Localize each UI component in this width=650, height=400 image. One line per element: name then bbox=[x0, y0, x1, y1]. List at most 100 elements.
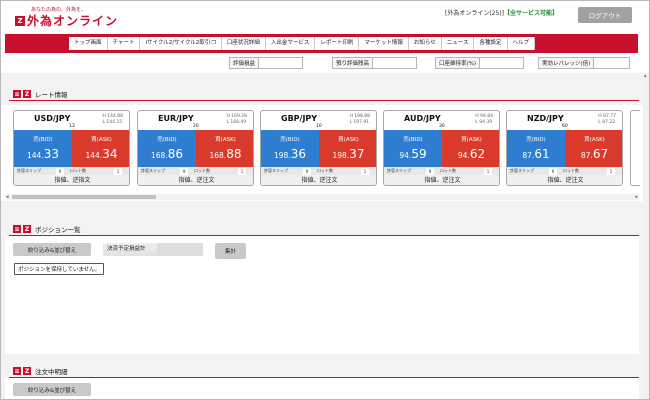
ask-label: 買(ASK) bbox=[338, 137, 359, 143]
high-low: H 169.28 L 168.49 bbox=[226, 114, 247, 126]
ask-button[interactable]: 買(ASK) 198.37 bbox=[319, 130, 376, 167]
nav-item-settings[interactable]: 各種設定 bbox=[474, 37, 508, 50]
bid-button[interactable]: 売(BID) 87.61 bbox=[507, 130, 565, 167]
nav-item-top[interactable]: トップ画面 bbox=[69, 37, 108, 50]
scroll-up-icon[interactable]: ▴ bbox=[644, 73, 647, 79]
ask-button[interactable]: 買(ASK) 87.67 bbox=[565, 130, 622, 167]
ask-price: 198.37 bbox=[319, 147, 376, 161]
settlement-pl: 決済予定損益計 bbox=[103, 243, 203, 256]
pair-name: NZD/JPY bbox=[527, 114, 564, 123]
settlement-pl-label: 決済予定損益計 bbox=[107, 246, 146, 252]
order-panel: 絞り込み&並び替え bbox=[5, 378, 639, 399]
order-filter-button[interactable]: 絞り込み&並び替え bbox=[13, 383, 91, 396]
rate-panel: USD/JPY H 144.88 L 144.15 13 売(BID) 144.3… bbox=[1, 105, 649, 201]
ask-button[interactable]: 買(ASK) 144.34 bbox=[72, 130, 129, 167]
scroll-thumb[interactable] bbox=[12, 195, 156, 199]
service-status: 【全サービス可能】 bbox=[504, 10, 559, 17]
high-low: H 94.84 L 94.39 bbox=[475, 114, 493, 126]
eval-balance-field: 預り評価残高 bbox=[332, 57, 418, 69]
bid-price-minor: 61 bbox=[534, 147, 550, 161]
aggregate-button[interactable]: 集計 bbox=[215, 243, 246, 259]
logo[interactable]: Z 外為オンライン bbox=[15, 12, 118, 29]
order-section-title: 注文中明細 bbox=[35, 368, 68, 376]
position-filter-button[interactable]: 絞り込み&並び替え bbox=[13, 243, 91, 256]
ask-price-minor: 88 bbox=[226, 147, 242, 161]
bid-button[interactable]: 売(BID) 168.86 bbox=[138, 130, 196, 167]
eval-pl-value bbox=[259, 57, 304, 69]
page-vertical-scrollbar[interactable]: ▴ bbox=[643, 73, 649, 399]
scroll-left-icon[interactable]: ◂ bbox=[6, 194, 9, 200]
leverage-field: 実効レバレッジ(倍) bbox=[538, 57, 631, 69]
ask-price-major: 144. bbox=[85, 151, 103, 160]
bid-label: 売(BID) bbox=[403, 137, 423, 143]
slippage-input[interactable]: 9 bbox=[180, 167, 188, 175]
slippage-input[interactable]: 9 bbox=[303, 167, 311, 175]
nav-item-help[interactable]: ヘルプ bbox=[508, 37, 536, 50]
limit-order-button[interactable]: 指値、逆注文 bbox=[138, 175, 253, 185]
bid-price: 87.61 bbox=[507, 147, 565, 161]
ask-price: 144.34 bbox=[72, 147, 129, 161]
account-name: [外為オンライン(25)] bbox=[445, 10, 504, 17]
account-summary: 評価損益 預り評価残高 口座維持率(%) 実効レバレッジ(倍) bbox=[1, 57, 649, 71]
rate-card-nzdjpy: NZD/JPY H 87.77 L 87.22 60 売(BID) 87.61 買… bbox=[506, 110, 623, 186]
bid-price-minor: 86 bbox=[167, 147, 183, 161]
slippage-label: 許容スリップ bbox=[141, 168, 165, 173]
slippage-label: 許容スリップ bbox=[264, 168, 288, 173]
lot-input[interactable]: 1 bbox=[238, 167, 246, 175]
limit-order-button[interactable]: 指値、逆注文 bbox=[261, 175, 376, 185]
leverage-value bbox=[594, 57, 631, 69]
ask-button[interactable]: 買(ASK) 168.88 bbox=[196, 130, 253, 167]
ask-button[interactable]: 買(ASK) 94.62 bbox=[442, 130, 499, 167]
lot-input[interactable]: 1 bbox=[484, 167, 492, 175]
lot-input[interactable]: 1 bbox=[114, 167, 122, 175]
logout-button[interactable]: ログアウト bbox=[578, 7, 632, 23]
rate-card-eurjpy: EUR/JPY H 169.28 L 168.49 20 売(BID) 168.8… bbox=[137, 110, 254, 186]
account-status: [外為オンライン(25)]【全サービス可能】 bbox=[445, 8, 558, 17]
nav-item-market[interactable]: マーケット情報 bbox=[359, 37, 409, 50]
nav-item-chart[interactable]: チャート bbox=[108, 37, 141, 50]
nav-item-news[interactable]: ニュース bbox=[442, 37, 475, 50]
limit-order-button[interactable]: 指値、逆注文 bbox=[384, 175, 499, 185]
slippage-label: 許容スリップ bbox=[387, 168, 411, 173]
scroll-right-icon[interactable]: ▸ bbox=[635, 194, 638, 200]
list-icon: ≡ bbox=[13, 225, 21, 233]
bid-price-major: 94. bbox=[399, 151, 412, 160]
nav-item-deposit[interactable]: 入出金サービス bbox=[266, 37, 316, 50]
bid-price-minor: 33 bbox=[43, 147, 59, 161]
spread-value: 13 bbox=[69, 124, 75, 129]
bid-button[interactable]: 売(BID) 144.33 bbox=[14, 130, 72, 167]
nav-item-icycle[interactable]: iサイクル2/サイクル2取引❐ bbox=[140, 37, 222, 50]
lot-input[interactable]: 1 bbox=[607, 167, 615, 175]
section-divider bbox=[9, 100, 639, 101]
slippage-input[interactable]: 9 bbox=[549, 167, 557, 175]
rate-card-audjpy: AUD/JPY H 94.84 L 94.39 30 売(BID) 94.59 買… bbox=[383, 110, 500, 186]
nav-item-report[interactable]: レポート印刷 bbox=[315, 37, 360, 50]
lot-input[interactable]: 1 bbox=[361, 167, 369, 175]
bid-price: 198.36 bbox=[261, 147, 319, 161]
bid-button[interactable]: 売(BID) 94.59 bbox=[384, 130, 442, 167]
ask-price: 168.88 bbox=[196, 147, 253, 161]
spread-value: 20 bbox=[193, 124, 199, 129]
slippage-input[interactable]: 9 bbox=[426, 167, 434, 175]
nav-item-notice[interactable]: お知らせ bbox=[409, 37, 442, 50]
spread-value: 60 bbox=[562, 124, 568, 129]
order-section-header: ≡ Z 注文中明細 bbox=[13, 365, 68, 377]
position-panel: 絞り込み&並び替え 決済予定損益計 集計 ポジションを保持していません。 bbox=[5, 236, 639, 354]
rate-horizontal-scrollbar[interactable]: ◂ ▸ bbox=[5, 194, 639, 200]
limit-order-button[interactable]: 指値、逆注文 bbox=[507, 175, 622, 185]
low-value: L 94.39 bbox=[475, 120, 493, 125]
lot-label: ロット数 bbox=[563, 168, 579, 173]
logo-mark-icon: Z bbox=[15, 15, 25, 26]
rate-card-gbpjpy: GBP/JPY H 198.88 L 197.91 10 売(BID) 198.3… bbox=[260, 110, 377, 186]
bid-button[interactable]: 売(BID) 198.36 bbox=[261, 130, 319, 167]
high-low: H 144.88 L 144.15 bbox=[102, 114, 123, 126]
position-section-title: ポジション一覧 bbox=[35, 226, 81, 234]
browser-frame: あなたの為の、外為を。 Z 外為オンライン [外為オンライン(25)]【全サービ… bbox=[0, 0, 650, 400]
rate-section-header: ≡ Z レート情報 bbox=[13, 88, 68, 100]
list-icon: ≡ bbox=[13, 90, 21, 98]
eval-pl-field: 評価損益 bbox=[229, 57, 304, 69]
slippage-input[interactable]: 9 bbox=[56, 167, 64, 175]
limit-order-button[interactable]: 指値、逆指文 bbox=[14, 175, 129, 185]
ask-price-minor: 34 bbox=[102, 147, 118, 161]
nav-item-account[interactable]: 口座状況詳細 bbox=[222, 37, 266, 50]
